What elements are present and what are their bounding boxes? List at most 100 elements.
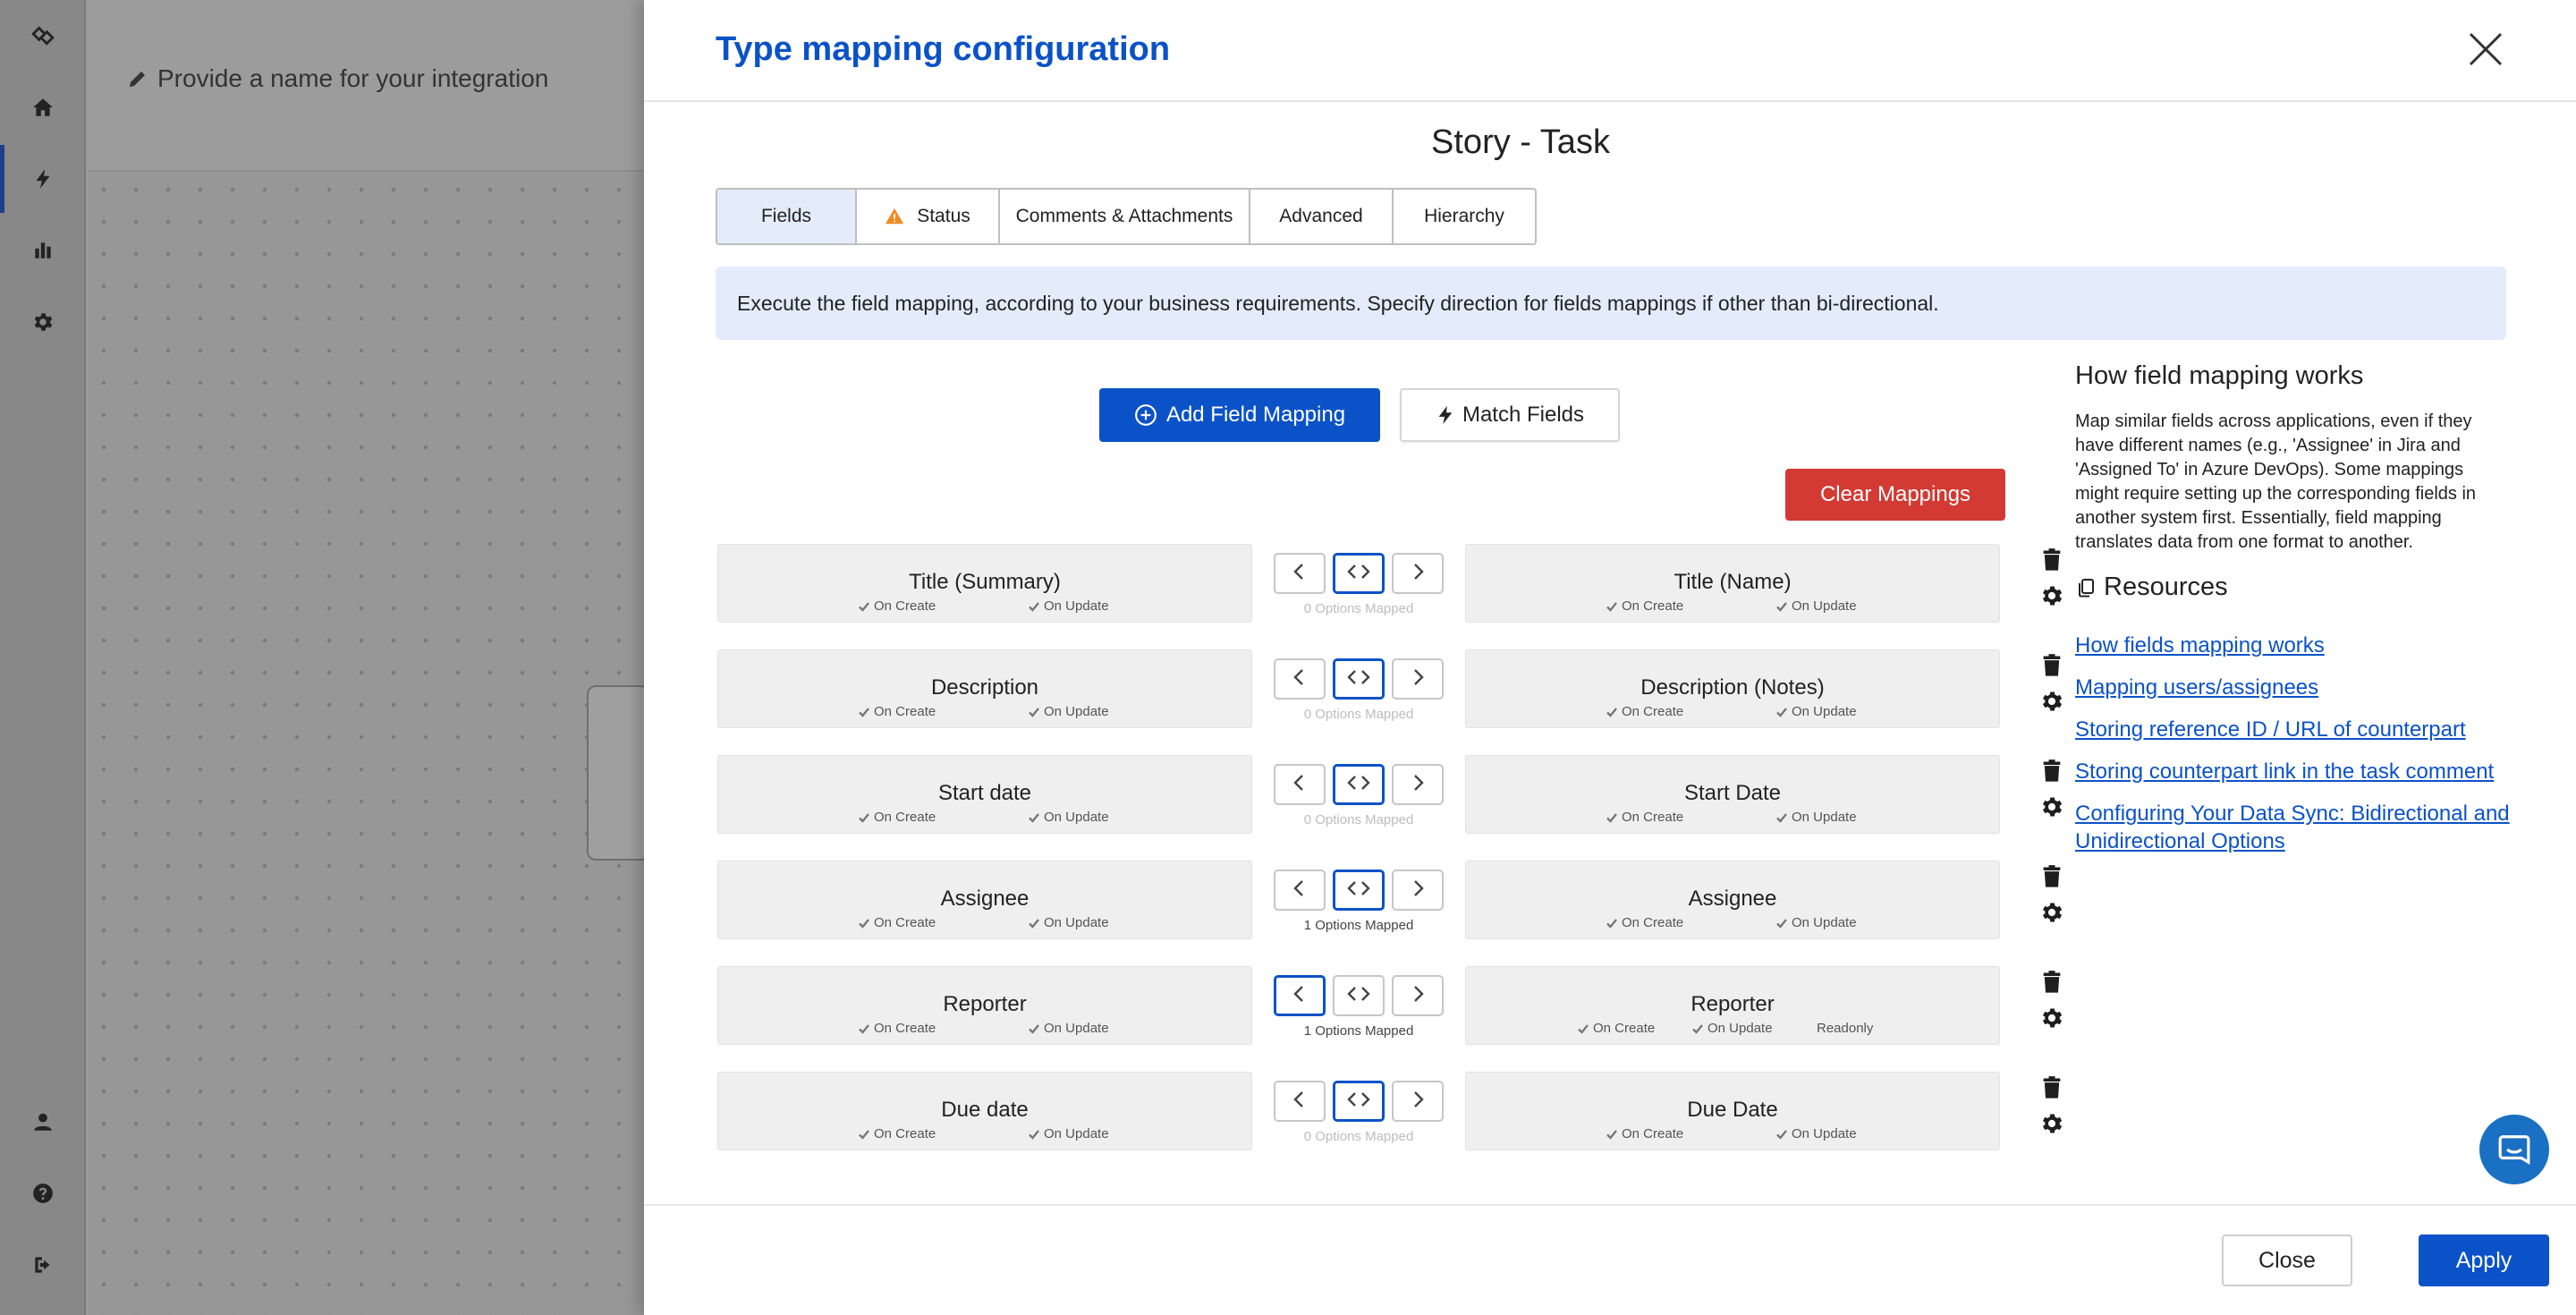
link-mapping-users-assignees[interactable]: Mapping users/assignees: [2075, 674, 2522, 701]
tab-comments-attachments[interactable]: Comments & Attachments: [1000, 190, 1250, 243]
delete-mapping-trash-icon[interactable]: [2039, 970, 2064, 995]
direction-right-button[interactable]: [1392, 975, 1444, 1016]
on-create-flag-label: On Create: [874, 704, 936, 719]
mapping-settings-gear-icon[interactable]: [2039, 689, 2064, 714]
on-update-flag: On Update: [1028, 915, 1109, 930]
options-mapped-count[interactable]: 1 Options Mapped: [1274, 1023, 1444, 1039]
options-mapped-count[interactable]: 1 Options Mapped: [1274, 918, 1444, 933]
target-field[interactable]: Due Date On Create On Update: [1465, 1072, 2000, 1150]
target-field-name: Reporter: [1690, 992, 1775, 1016]
mapping-settings-gear-icon[interactable]: [2039, 1005, 2064, 1031]
on-update-flag-label: On Update: [1792, 915, 1857, 930]
help-title: How field mapping works: [2075, 361, 2364, 390]
on-create-flag-label: On Create: [874, 915, 936, 930]
settings-gear-icon[interactable]: [20, 299, 66, 345]
chevron-left-icon: [1288, 771, 1311, 799]
delete-mapping-trash-icon[interactable]: [2039, 1075, 2064, 1100]
integration-name-field[interactable]: Provide a name for your integration: [127, 64, 548, 93]
on-create-flag-label: On Create: [1622, 915, 1684, 930]
chevron-right-icon: [1406, 666, 1429, 693]
direction-right-button[interactable]: [1392, 658, 1444, 700]
direction-both-button[interactable]: [1333, 658, 1385, 700]
on-create-flag-label: On Create: [874, 1021, 936, 1036]
direction-right-button[interactable]: [1392, 870, 1444, 911]
direction-left-button[interactable]: [1274, 870, 1326, 911]
direction-left-button[interactable]: [1274, 764, 1326, 805]
source-field[interactable]: Reporter On Create On Update: [717, 966, 1252, 1045]
on-update-flag-label: On Update: [1707, 1021, 1773, 1036]
source-field-name: Description: [930, 675, 1039, 700]
direction-right-button[interactable]: [1392, 764, 1444, 805]
direction-right-button[interactable]: [1392, 1081, 1444, 1122]
close-panel-button[interactable]: [2463, 27, 2508, 72]
delete-mapping-trash-icon[interactable]: [2039, 759, 2064, 784]
delete-mapping-trash-icon[interactable]: [2039, 653, 2064, 678]
direction-right-button[interactable]: [1392, 553, 1444, 594]
source-field-name: Reporter: [943, 992, 1027, 1016]
direction-left-button[interactable]: [1274, 975, 1326, 1016]
target-field[interactable]: Description (Notes) On Create On Update: [1465, 649, 2000, 728]
chevron-right-icon: [1406, 877, 1429, 904]
target-field[interactable]: Title (Name) On Create On Update: [1465, 544, 2000, 623]
link-configuring-data-sync[interactable]: Configuring Your Data Sync: Bidirectiona…: [2075, 800, 2522, 855]
on-create-flag: On Create: [1577, 1021, 1655, 1036]
tab-fields[interactable]: Fields: [717, 190, 857, 243]
options-mapped-count[interactable]: 0 Options Mapped: [1274, 707, 1444, 722]
add-field-mapping-button[interactable]: Add Field Mapping: [1099, 388, 1380, 442]
tab-status[interactable]: Status: [857, 190, 1000, 243]
source-field[interactable]: Due date On Create On Update: [717, 1072, 1252, 1150]
logout-icon[interactable]: [20, 1242, 66, 1288]
options-mapped-count[interactable]: 0 Options Mapped: [1274, 1129, 1444, 1144]
integrations-bolt-icon[interactable]: [20, 156, 66, 202]
options-mapped-count[interactable]: 0 Options Mapped: [1274, 812, 1444, 827]
direction-both-button[interactable]: [1333, 1081, 1385, 1122]
link-storing-reference-id[interactable]: Storing reference ID / URL of counterpar…: [2075, 716, 2522, 743]
mapping-settings-gear-icon[interactable]: [2039, 794, 2064, 819]
tab-label: Hierarchy: [1424, 206, 1504, 226]
user-profile-icon[interactable]: [20, 1099, 66, 1145]
link-how-fields-mapping-works[interactable]: How fields mapping works: [2075, 632, 2522, 659]
source-field[interactable]: Title (Summary) On Create On Update: [717, 544, 1252, 623]
tab-advanced[interactable]: Advanced: [1250, 190, 1394, 243]
tab-hierarchy[interactable]: Hierarchy: [1394, 190, 1535, 243]
apply-button[interactable]: Apply: [2419, 1234, 2549, 1286]
logo-icon[interactable]: [20, 13, 66, 59]
home-icon[interactable]: [20, 84, 66, 131]
delete-mapping-trash-icon[interactable]: [2039, 547, 2064, 573]
chat-icon: [2498, 1135, 2530, 1166]
help-body: Map similar fields across applications, …: [2075, 411, 2477, 552]
direction-both-button[interactable]: [1333, 553, 1385, 594]
chevron-left-icon: [1288, 877, 1311, 904]
chat-support-button[interactable]: [2479, 1115, 2549, 1184]
mapping-settings-gear-icon[interactable]: [2039, 1111, 2064, 1136]
direction-left-button[interactable]: [1274, 1081, 1326, 1122]
clear-mappings-button[interactable]: Clear Mappings: [1785, 469, 2005, 521]
source-field[interactable]: Assignee On Create On Update: [717, 861, 1252, 939]
on-update-flag: On Update: [1028, 704, 1109, 719]
reports-chart-icon[interactable]: [20, 227, 66, 274]
delete-mapping-trash-icon[interactable]: [2039, 864, 2064, 889]
mapping-settings-gear-icon[interactable]: [2039, 583, 2064, 608]
chevron-right-icon: [1406, 560, 1429, 588]
on-create-flag: On Create: [1606, 810, 1683, 825]
target-field[interactable]: Start Date On Create On Update: [1465, 755, 2000, 834]
target-field[interactable]: Assignee On Create On Update: [1465, 861, 2000, 939]
match-fields-button[interactable]: Match Fields: [1400, 388, 1620, 442]
help-question-icon[interactable]: [20, 1170, 66, 1217]
link-storing-counterpart-link[interactable]: Storing counterpart link in the task com…: [2075, 758, 2522, 785]
close-button[interactable]: Close: [2222, 1234, 2352, 1286]
source-field[interactable]: Description On Create On Update: [717, 649, 1252, 728]
on-update-flag-label: On Update: [1044, 810, 1109, 825]
direction-both-button[interactable]: [1333, 870, 1385, 911]
options-mapped-count[interactable]: 0 Options Mapped: [1274, 601, 1444, 616]
direction-left-button[interactable]: [1274, 553, 1326, 594]
mapping-settings-gear-icon[interactable]: [2039, 900, 2064, 925]
readonly-flag: Readonly: [1817, 1021, 1873, 1036]
target-field[interactable]: Reporter On Create On Update Readonly: [1465, 966, 2000, 1045]
direction-left-button[interactable]: [1274, 658, 1326, 700]
copy-icon: [2079, 578, 2094, 597]
source-field[interactable]: Start date On Create On Update: [717, 755, 1252, 834]
direction-both-button[interactable]: [1333, 764, 1385, 805]
on-create-flag: On Create: [858, 704, 936, 719]
direction-both-button[interactable]: [1333, 975, 1385, 1016]
